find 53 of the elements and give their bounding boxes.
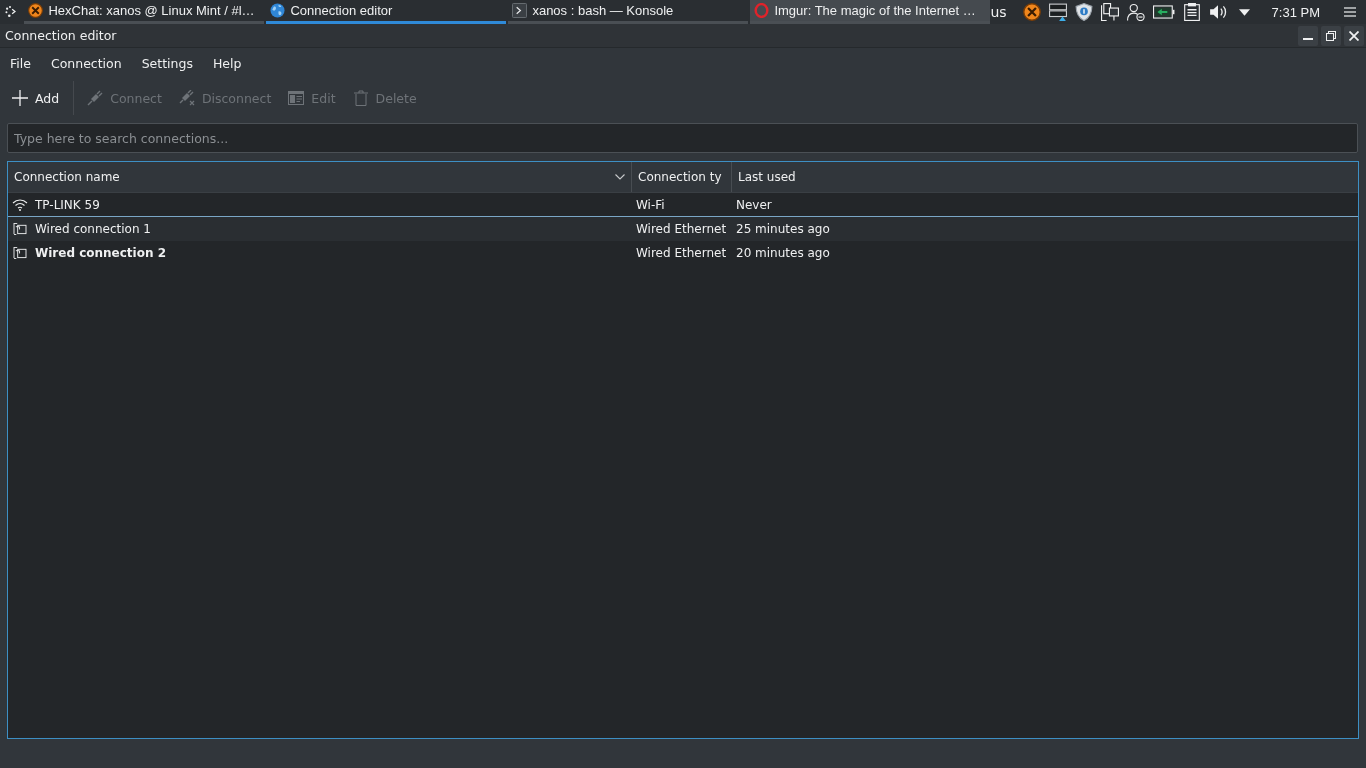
keyboard-layout[interactable]: us [990,4,1007,20]
table-cell-text: 25 minutes ago [735,222,831,236]
ethernet-icon [12,247,28,259]
minimize-button[interactable] [1298,25,1318,46]
minimize-icon [1303,37,1313,40]
plus-icon [12,90,28,106]
restore-icon [1326,30,1336,41]
form-icon [288,90,305,106]
menu-item[interactable]: Settings [131,52,203,74]
window-title: Connection editor [5,28,117,43]
plug-icon [87,90,104,106]
column-header[interactable]: Connection name [8,162,632,192]
table-cell-text: Wired Ethernet [635,246,728,260]
ethernet-icon [12,223,28,235]
ring-icon [754,3,770,18]
close-button[interactable] [1344,25,1364,46]
table-cell-text: 20 minutes ago [735,246,831,260]
table-cell-text: Wi-Fi [635,198,666,212]
clipboard-icon[interactable] [1182,3,1201,21]
user-icon[interactable] [1126,3,1145,21]
clock[interactable]: 7:31 PM [1271,4,1320,20]
shield-icon[interactable] [1074,3,1093,21]
add-button[interactable]: Add [4,86,69,110]
x-circle-icon[interactable] [1022,3,1041,21]
table-cell: TP-LINK 59 [35,198,100,212]
wifi-icon [12,199,28,211]
search-field[interactable]: Type here to search connections... [7,123,1358,153]
battery-icon[interactable] [1152,4,1175,20]
terminal-icon [512,3,528,18]
launcher-icon[interactable] [5,4,17,19]
x-circle-icon [28,3,44,18]
chevron-down-icon [615,174,625,180]
menu-icon[interactable] [1344,7,1356,17]
globe-icon [270,3,286,18]
trash-icon [352,90,369,106]
table-cell-text: Wired Ethernet [635,222,728,236]
volume-icon[interactable] [1208,3,1227,21]
task-button[interactable]: Imgur: The magic of the Internet … [750,0,991,24]
table-row[interactable]: Wired connection 1 Wired Ethernet 25 minutes ago [8,217,1358,241]
menu-item[interactable]: File [0,52,41,74]
restore-button[interactable] [1321,25,1341,46]
close-icon [1349,30,1359,41]
column-header[interactable]: Connection ty [632,162,732,192]
table-cell: Wired connection 2 [35,246,167,260]
triangle-down-icon[interactable] [1238,8,1250,16]
menu-item[interactable]: Connection [40,52,132,74]
table-cell-text: Never [735,198,773,212]
table-cell: Wired connection 1 [35,222,151,236]
unplug-icon [178,90,195,106]
menu-item[interactable]: Help [202,52,252,74]
computer-icon[interactable] [1100,3,1119,21]
display-icon[interactable] [1048,3,1067,21]
column-header[interactable]: Last used [732,162,1358,192]
